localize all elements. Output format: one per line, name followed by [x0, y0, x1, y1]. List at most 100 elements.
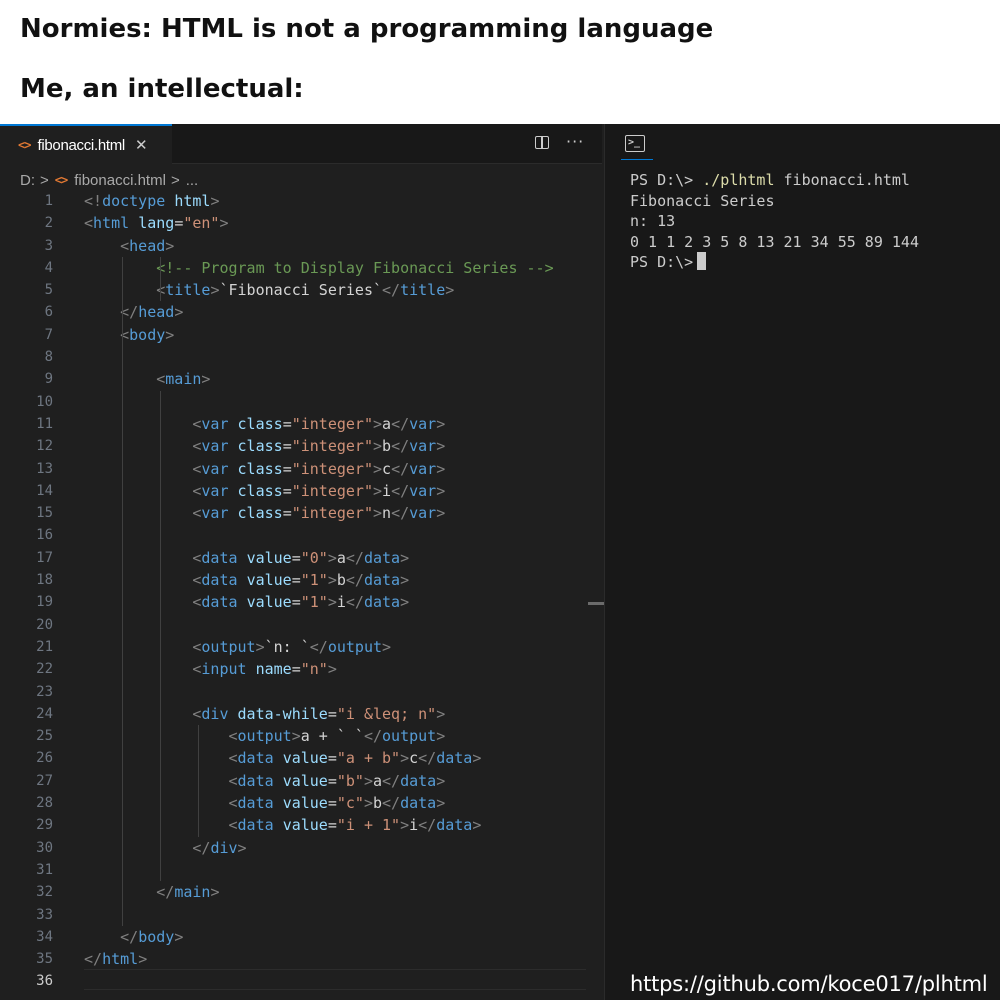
code-token: input [201, 660, 247, 679]
code-line[interactable]: 12 <var class="integer">b</var> [0, 435, 590, 457]
code-token: b [382, 437, 392, 456]
code-token: = [327, 704, 337, 723]
code-line[interactable]: 1 <!doctype html> [0, 190, 590, 212]
code-line[interactable]: 2 <html lang="en"> [0, 212, 590, 234]
code-token: head [138, 303, 175, 322]
line-number: 24 [36, 705, 53, 722]
line-number: 18 [36, 572, 53, 589]
line-number: 22 [36, 661, 53, 678]
code-line[interactable]: 35 </html> [0, 948, 590, 970]
code-line[interactable]: 13 <var class="integer">c</var> [0, 458, 590, 480]
code-line[interactable]: 23 [0, 681, 590, 703]
code-token: </ [192, 838, 211, 857]
editor-tab-fibonacci[interactable]: <> fibonacci.html ✕ [0, 124, 172, 164]
code-line[interactable]: 18 <data value="1">b</data> [0, 569, 590, 591]
code-token: </ [156, 883, 175, 902]
code-token: output [237, 727, 292, 746]
code-token: b [373, 794, 383, 813]
code-token: </ [391, 414, 410, 433]
breadcrumb-drive[interactable]: D: [20, 172, 35, 189]
more-actions-icon[interactable]: ··· [566, 132, 584, 151]
code-token: </ [363, 727, 383, 746]
code-line[interactable]: 14 <var class="integer">i</var> [0, 480, 590, 502]
breadcrumb-tail[interactable]: ... [186, 172, 199, 189]
code-token: var [409, 414, 437, 433]
breadcrumb-file[interactable]: fibonacci.html [74, 172, 166, 189]
code-line[interactable]: 28 <data value="c">b</data> [0, 792, 590, 814]
code-token: > [436, 481, 446, 500]
line-number: 15 [36, 505, 53, 522]
code-line[interactable]: 29 <data value="i + 1">i</data> [0, 814, 590, 836]
code-token: "a + b" [336, 749, 401, 768]
code-token: > [436, 459, 446, 478]
code-token: a [336, 548, 346, 567]
code-line[interactable]: 22 <input name="n"> [0, 658, 590, 680]
code-line[interactable]: 24 <div data-while="i &leq; n"> [0, 703, 590, 725]
code-line[interactable]: 36 [0, 970, 590, 992]
code-token: > [436, 504, 446, 523]
code-line[interactable]: 6 </head> [0, 301, 590, 323]
line-number: 11 [36, 415, 53, 432]
code-line[interactable]: 5 <title>`Fibonacci Series`</title> [0, 279, 590, 301]
scrollbar-marker[interactable] [588, 602, 604, 605]
code-token: > [210, 192, 220, 210]
code-line[interactable]: 8 [0, 346, 590, 368]
code-line[interactable]: 34 </body> [0, 926, 590, 948]
code-line[interactable]: 15 <var class="integer">n</var> [0, 502, 590, 524]
code-token: value [282, 816, 328, 835]
code-line[interactable]: 33 [0, 904, 590, 926]
code-line[interactable]: 31 [0, 859, 590, 881]
code-token: "i + 1" [336, 816, 401, 835]
line-number: 1 [44, 193, 53, 209]
terminal-panel[interactable]: >_ PS D:\> ./plhtml fibonacci.html Fibon… [604, 124, 1000, 1000]
code-line[interactable]: 7 <body> [0, 324, 590, 346]
code-token: "integer" [291, 504, 373, 523]
code-token: c [382, 459, 392, 478]
code-line[interactable]: 20 [0, 614, 590, 636]
code-line[interactable]: 4 <!-- Program to Display Fibonacci Seri… [0, 257, 590, 279]
code-line[interactable]: 25 <output>a + ` `</output> [0, 725, 590, 747]
code-token: > [373, 459, 383, 478]
code-token: output [201, 637, 256, 656]
line-number: 13 [36, 460, 53, 477]
code-token: </ [418, 816, 437, 835]
code-line[interactable]: 26 <data value="a + b">c</data> [0, 747, 590, 769]
line-number: 10 [36, 393, 53, 410]
code-line[interactable]: 17 <data value="0">a</data> [0, 547, 590, 569]
line-number: 19 [36, 594, 53, 611]
code-line[interactable]: 3 <head> [0, 235, 590, 257]
code-line[interactable]: 16 [0, 524, 590, 546]
code-line[interactable]: 32 </main> [0, 881, 590, 903]
code-line[interactable]: 30 </div> [0, 837, 590, 859]
code-line[interactable]: 19 <data value="1">i</data> [0, 591, 590, 613]
code-line[interactable]: 21 <output>`n: `</output> [0, 636, 590, 658]
split-editor-icon[interactable] [535, 136, 549, 149]
vscode-window: <> fibonacci.html ✕ ··· D: > <> fibonacc… [0, 124, 1000, 1000]
close-icon[interactable]: ✕ [135, 136, 148, 154]
code-token: > [165, 325, 175, 344]
line-number: 25 [36, 728, 53, 745]
code-editor[interactable]: 1 <!doctype html> 2 <html lang="en"> 3 <head… [0, 190, 590, 993]
code-token: = [282, 459, 292, 478]
code-token: > [138, 950, 148, 969]
code-line[interactable]: 10 [0, 391, 590, 413]
line-number: 4 [44, 259, 53, 276]
code-text: </head> [84, 301, 183, 323]
code-line[interactable]: 11 <var class="integer">a</var> [0, 413, 590, 435]
code-text: <!doctype html> [84, 190, 219, 212]
code-line[interactable]: 9 <main> [0, 368, 590, 390]
code-token: title [165, 281, 211, 300]
code-token: value [282, 794, 328, 813]
terminal-tab[interactable]: >_ [621, 124, 653, 160]
code-line[interactable]: 27 <data value="b">a</data> [0, 770, 590, 792]
code-token: head [129, 236, 166, 255]
code-token: var [201, 504, 229, 523]
